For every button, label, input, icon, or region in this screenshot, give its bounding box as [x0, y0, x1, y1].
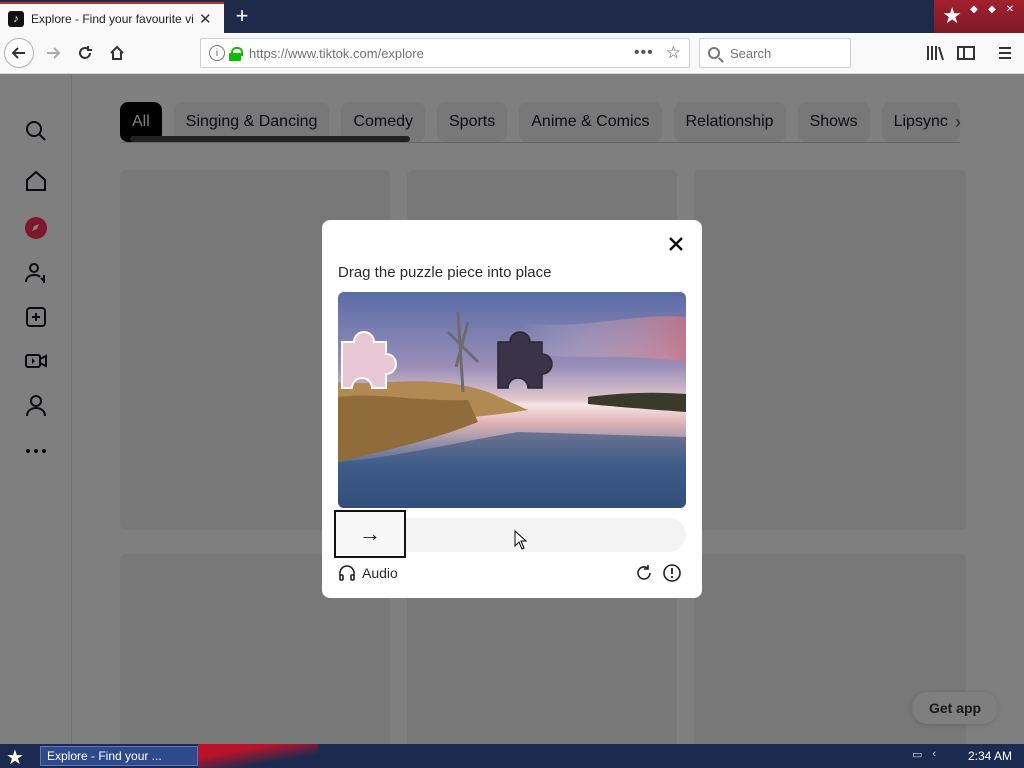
reload-icon — [79, 46, 92, 59]
home-button[interactable] — [102, 38, 132, 68]
puzzle-image — [338, 292, 686, 508]
new-tab-button[interactable]: + — [229, 3, 255, 29]
library-button[interactable] — [924, 42, 946, 64]
browser-tab-strip: ♪ Explore - Find your favourite videos o… — [0, 0, 1024, 33]
tab-close-icon[interactable]: ✕ — [199, 10, 212, 28]
captcha-modal: Drag the puzzle piece into place → Audio — [322, 220, 702, 598]
keyboard-icon[interactable]: ▭ — [912, 748, 922, 761]
window-controls: ◆ ◆ ✕ — [968, 4, 1016, 16]
search-bar[interactable] — [699, 38, 851, 68]
home-icon — [110, 45, 124, 60]
browser-toolbar: i https://www.tiktok.com/explore ••• ☆ — [0, 33, 1024, 74]
taskbar-clock[interactable]: 2:34 AM — [968, 749, 1012, 763]
os-taskbar: ★ Explore - Find your ... ▭ ‹ 2:34 AM — [0, 744, 1024, 768]
back-button[interactable] — [4, 38, 34, 68]
close-icon[interactable] — [666, 234, 686, 254]
browser-tab-explore[interactable]: ♪ Explore - Find your favourite videos o… — [0, 2, 224, 33]
tiktok-explore-page: All Singing & Dancing Comedy Sports Anim… — [0, 74, 1024, 744]
secure-lock-icon[interactable] — [229, 46, 243, 61]
site-info-icon[interactable]: i — [209, 45, 225, 61]
info-icon[interactable] — [662, 563, 682, 583]
bookmark-star-icon[interactable]: ☆ — [666, 43, 681, 63]
menu-button[interactable] — [994, 42, 1016, 64]
start-star-icon[interactable]: ★ — [6, 745, 24, 768]
tab-title: Explore - Find your favourite videos on … — [31, 11, 193, 26]
taskbar-window-label: Explore - Find your ... — [47, 749, 162, 763]
page-actions-icon[interactable]: ••• — [634, 44, 654, 62]
sidebar-icon — [957, 46, 975, 60]
volume-icon[interactable]: ‹ — [932, 748, 936, 761]
hamburger-menu-icon — [999, 47, 1011, 59]
audio-label: Audio — [362, 565, 398, 581]
address-bar[interactable]: i https://www.tiktok.com/explore ••• ☆ — [200, 38, 690, 68]
tiktok-favicon-icon: ♪ — [8, 10, 24, 27]
search-input[interactable] — [730, 45, 840, 61]
library-icon — [927, 46, 944, 61]
captcha-title: Drag the puzzle piece into place — [338, 264, 552, 281]
minimize-icon[interactable]: ◆ — [968, 4, 980, 16]
refresh-icon[interactable] — [634, 563, 654, 583]
forward-arrow-icon — [47, 47, 61, 59]
url-text[interactable]: https://www.tiktok.com/explore — [249, 46, 634, 61]
back-arrow-icon — [11, 47, 25, 59]
star-icon: ★ — [942, 3, 962, 28]
arrow-right-icon: → — [359, 521, 381, 546]
search-icon — [708, 47, 720, 59]
close-window-icon[interactable]: ✕ — [1004, 4, 1016, 16]
headphones-icon — [339, 565, 355, 581]
sidebar-toggle-button[interactable] — [955, 42, 977, 64]
system-tray: ▭ ‹ — [912, 748, 936, 761]
mouse-cursor-icon — [514, 530, 528, 550]
forward-button[interactable] — [38, 38, 68, 68]
taskbar-window-item[interactable]: Explore - Find your ... — [40, 746, 198, 766]
maximize-icon[interactable]: ◆ — [986, 4, 998, 16]
taskbar-decoration — [198, 744, 318, 768]
audio-button[interactable]: Audio — [338, 564, 398, 582]
reload-button[interactable] — [70, 38, 100, 68]
slider-handle[interactable]: → — [334, 510, 406, 558]
